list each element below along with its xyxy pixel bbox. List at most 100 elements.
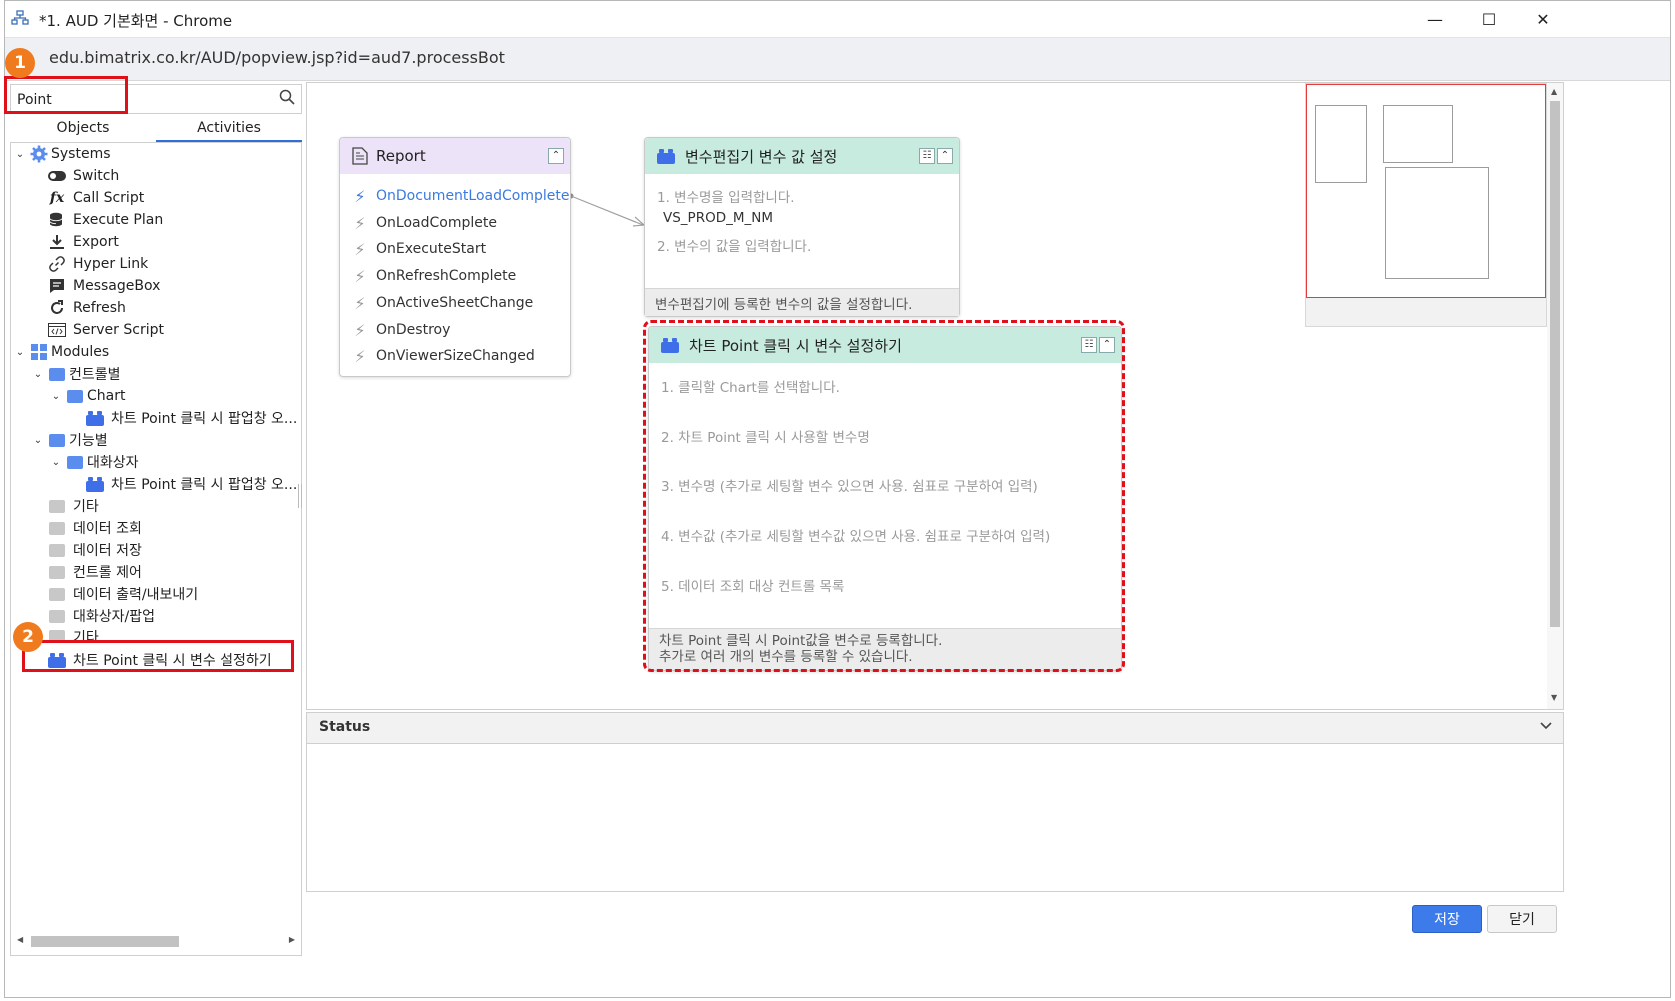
tree-label: 대화상자/팝업 — [73, 609, 155, 625]
status-panel-header[interactable]: Status — [306, 712, 1564, 744]
tree-folder-data-query[interactable]: 데이터 조회 — [47, 517, 142, 539]
event-item[interactable]: ⚡ OnDocumentLoadComplete — [352, 184, 569, 208]
status-panel-body — [306, 744, 1564, 892]
event-item[interactable]: ⚡ OnViewerSizeChanged — [352, 344, 535, 368]
lightning-icon: ⚡ — [354, 239, 366, 259]
tree-item-export[interactable]: Export — [47, 231, 119, 253]
module-icon — [85, 409, 105, 427]
tree-item-chart-popup[interactable]: 차트 Point 클릭 시 팝업창 오... — [85, 407, 297, 429]
database-icon — [47, 211, 67, 229]
chevron-down-icon[interactable]: ⌄ — [49, 391, 63, 402]
event-item[interactable]: ⚡ OnActiveSheetChange — [352, 291, 533, 315]
module-icon — [85, 475, 105, 493]
scroll-left-icon[interactable]: ◀ — [17, 935, 23, 944]
event-item[interactable]: ⚡ OnDestroy — [352, 318, 450, 342]
node-description: 변수편집기에 등록한 변수의 값을 설정합니다. — [645, 288, 959, 316]
node-title: 변수편집기 변수 값 설정 — [685, 147, 838, 166]
scroll-thumb[interactable] — [31, 936, 179, 947]
event-item[interactable]: ⚡ OnExecuteStart — [352, 237, 486, 261]
collapse-button[interactable]: ⌃ — [548, 148, 564, 164]
splitter-handle[interactable] — [298, 484, 302, 508]
tab-objects[interactable]: Objects — [10, 116, 156, 142]
sitemap-icon — [11, 10, 29, 30]
message-icon — [47, 277, 67, 295]
folder-icon — [47, 585, 67, 603]
tree-item-messagebox[interactable]: MessageBox — [47, 275, 160, 297]
callout-badge-1: 1 — [5, 48, 35, 78]
horizontal-scrollbar[interactable]: ◀ ▶ — [17, 933, 295, 949]
report-node-header[interactable]: Report — [340, 138, 570, 174]
event-label: OnLoadComplete — [376, 215, 497, 231]
tree-folder-dialog[interactable]: ⌄ 대화상자 — [49, 451, 139, 473]
tab-activities[interactable]: Activities — [156, 116, 302, 142]
tree-item-call-script[interactable]: fx Call Script — [47, 187, 144, 209]
tree-item-execute-plan[interactable]: Execute Plan — [47, 209, 163, 231]
event-item[interactable]: ⚡ OnLoadComplete — [352, 211, 497, 235]
variable-node-header[interactable]: 변수편집기 변수 값 설정 — [645, 138, 959, 174]
minimap[interactable] — [1305, 83, 1547, 327]
toggle-icon — [47, 167, 67, 185]
scroll-thumb[interactable] — [1550, 101, 1560, 627]
minimap-viewport[interactable] — [1306, 84, 1546, 298]
minimize-button[interactable]: — — [1407, 1, 1463, 37]
tree-folder-control-by[interactable]: ⌄ 컨트롤별 — [31, 363, 121, 385]
annotation-box-search — [4, 76, 128, 114]
tree-item-chart-popup-2[interactable]: 차트 Point 클릭 시 팝업창 오... — [85, 473, 297, 495]
chevron-down-icon[interactable]: ⌄ — [31, 435, 45, 446]
lightning-icon: ⚡ — [354, 266, 366, 286]
refresh-icon — [47, 299, 67, 317]
tree-item-switch[interactable]: Switch — [47, 165, 119, 187]
report-node[interactable]: Report ⌃ ⚡ OnDocumentLoadComplete ⚡ OnLoad… — [339, 137, 571, 377]
tree-item-refresh[interactable]: Refresh — [47, 297, 126, 319]
param-value[interactable]: VS_PROD_M_NM — [663, 210, 773, 226]
variable-set-node[interactable]: 변수편집기 변수 값 설정 ☷ ⌃ 1. 변수명을 입력합니다. VS_PROD… — [644, 137, 960, 317]
grid-icon — [29, 343, 49, 361]
tree-folder-chart[interactable]: ⌄ Chart — [49, 385, 126, 407]
tree-item-hyper-link[interactable]: Hyper Link — [47, 253, 148, 275]
folder-icon — [65, 387, 85, 405]
tree-folder-dialog-popup[interactable]: 대화상자/팝업 — [47, 605, 155, 627]
tree-label: Refresh — [73, 300, 126, 316]
event-item[interactable]: ⚡ OnRefreshComplete — [352, 264, 516, 288]
folder-icon — [47, 627, 67, 641]
chevron-down-icon[interactable]: ⌄ — [31, 369, 45, 380]
tree-folder-data-export[interactable]: 데이터 출력/내보내기 — [47, 583, 198, 605]
tree-folder-function-by[interactable]: ⌄ 기능별 — [31, 429, 108, 451]
chevron-down-icon[interactable]: ⌄ — [49, 457, 63, 468]
url-text[interactable]: edu.bimatrix.co.kr/AUD/popview.jsp?id=au… — [49, 48, 505, 67]
tree-label: 기타 — [73, 630, 99, 641]
chevron-down-icon[interactable]: ⌄ — [13, 347, 27, 358]
tree-folder-etc-2[interactable]: 기타 — [47, 627, 99, 641]
tree-label: Modules — [51, 344, 110, 360]
tree-folder-data-save[interactable]: 데이터 저장 — [47, 539, 142, 561]
address-bar[interactable]: edu.bimatrix.co.kr/AUD/popview.jsp?id=au… — [5, 37, 1670, 81]
tree-label: 컨트롤별 — [69, 367, 121, 383]
event-label: OnExecuteStart — [376, 241, 487, 257]
chevron-down-icon[interactable]: ⌄ — [13, 149, 27, 160]
tree-folder-etc[interactable]: 기타 — [47, 495, 99, 517]
event-label: OnViewerSizeChanged — [376, 348, 535, 364]
scroll-right-icon[interactable]: ▶ — [289, 935, 295, 944]
folder-icon — [47, 497, 67, 515]
tree-label: 데이터 조회 — [73, 521, 142, 537]
tree-node-systems[interactable]: ⌄ Systems — [13, 143, 111, 165]
scroll-down-icon[interactable]: ▼ — [1551, 693, 1557, 702]
collapse-button[interactable]: ⌃ — [937, 148, 953, 164]
search-icon[interactable] — [279, 89, 295, 109]
folder-icon — [47, 563, 67, 581]
close-button[interactable]: 닫기 — [1487, 905, 1557, 933]
save-button[interactable]: 저장 — [1412, 905, 1482, 933]
tree-node-modules[interactable]: ⌄ Modules — [13, 341, 109, 363]
scroll-up-icon[interactable]: ▲ — [1551, 87, 1557, 96]
tree-label: Systems — [51, 146, 111, 162]
vertical-scrollbar[interactable]: ▲ ▼ — [1547, 83, 1563, 709]
tree-item-server-script[interactable]: Server Script — [47, 319, 164, 341]
list-icon[interactable]: ☷ — [919, 148, 935, 164]
callout-badge-2: 2 — [13, 622, 43, 652]
tree-label: Switch — [73, 168, 120, 184]
chevron-down-icon[interactable] — [1539, 718, 1553, 736]
window-title: *1. AUD 기본화면 - Chrome — [39, 12, 233, 30]
tree-folder-control[interactable]: 컨트롤 제어 — [47, 561, 142, 583]
maximize-button[interactable]: ☐ — [1461, 1, 1517, 37]
close-window-button[interactable]: ✕ — [1515, 1, 1571, 37]
